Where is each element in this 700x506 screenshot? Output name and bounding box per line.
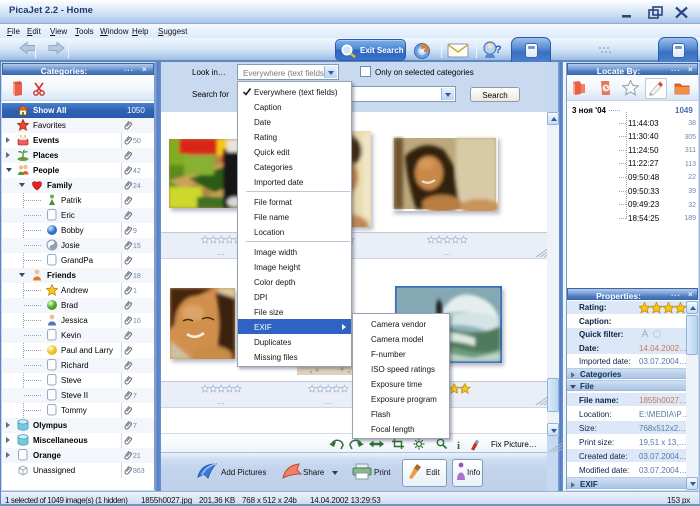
svg-text:i: i — [457, 440, 460, 451]
svg-text:?: ? — [495, 44, 502, 56]
